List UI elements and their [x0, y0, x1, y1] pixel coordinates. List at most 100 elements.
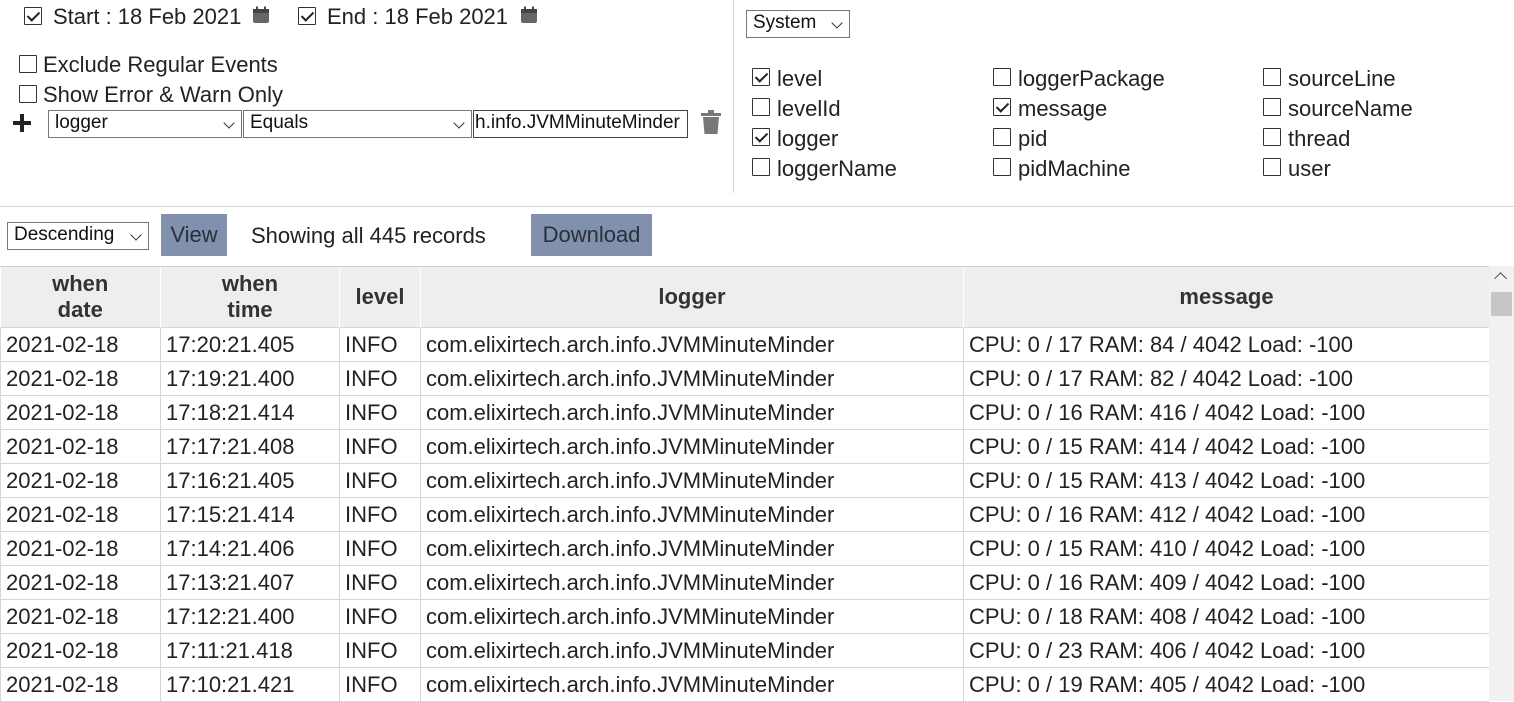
column-header-line: logger — [658, 284, 726, 309]
source-select[interactable]: System — [746, 10, 850, 38]
column-toggle-checkbox[interactable] — [1263, 98, 1281, 116]
table-row[interactable]: 2021-02-18 17:13:21.407 INFO com.elixirtech… — [0, 565, 1489, 600]
end-date-checkbox[interactable] — [298, 7, 316, 25]
column-toggle-checkbox[interactable] — [752, 128, 770, 146]
table-row[interactable]: 2021-02-18 17:20:21.405 INFO com.elixirtech… — [0, 327, 1489, 362]
table-cell: CPU: 0 / 16 RAM: 409 / 4042 Load: -100 — [963, 565, 1489, 600]
error-warn-label: Show Error & Warn Only — [43, 82, 284, 107]
table-cell: 17:17:21.408 — [160, 429, 340, 464]
column-toggle-checkbox[interactable] — [752, 98, 770, 116]
table-cell: INFO — [339, 599, 421, 634]
column-toggle-label: pid — [1018, 126, 1048, 151]
column-toggle-checkbox[interactable] — [993, 98, 1011, 116]
column-header-line: date — [57, 297, 103, 322]
source-select-value: System — [753, 12, 817, 33]
column-toggle-label: user — [1288, 156, 1331, 181]
table-cell: com.elixirtech.arch.info.JVMMinuteMinder — [420, 497, 964, 532]
table-row[interactable]: 2021-02-18 17:19:21.400 INFO com.elixirtech… — [0, 361, 1489, 396]
table-cell: 2021-02-18 — [0, 565, 161, 600]
scrollbar-thumb[interactable] — [1491, 292, 1512, 316]
table-cell: 17:12:21.400 — [160, 599, 340, 634]
end-date-label: End : 18 Feb 2021 — [327, 4, 509, 29]
table-cell: INFO — [339, 497, 421, 532]
column-toggle-label: loggerPackage — [1018, 66, 1165, 91]
table-cell: 17:16:21.405 — [160, 463, 340, 498]
condition-field-value: logger — [55, 112, 108, 133]
column-toggle-checkbox[interactable] — [993, 128, 1011, 146]
view-button[interactable]: View — [161, 214, 227, 256]
table-row[interactable]: 2021-02-18 17:12:21.400 INFO com.elixirtech… — [0, 599, 1489, 634]
download-button[interactable]: Download — [531, 214, 652, 256]
chevron-down-icon — [130, 229, 142, 241]
table-row[interactable]: 2021-02-18 17:10:21.421 INFO com.elixirtech… — [0, 667, 1489, 702]
column-toggle-checkbox[interactable] — [752, 68, 770, 86]
table-cell: com.elixirtech.arch.info.JVMMinuteMinder — [420, 531, 964, 566]
exclude-regular-checkbox[interactable] — [19, 55, 37, 73]
table-row[interactable]: 2021-02-18 17:17:21.408 INFO com.elixirtech… — [0, 429, 1489, 464]
column-toggle-checkbox[interactable] — [993, 68, 1011, 86]
table-header-row: when date when time level logger message — [0, 267, 1489, 328]
table-cell: 2021-02-18 — [0, 429, 161, 464]
column-header-line: message — [1179, 284, 1274, 309]
table-row[interactable]: 2021-02-18 17:15:21.414 INFO com.elixirtech… — [0, 497, 1489, 532]
table-cell: 2021-02-18 — [0, 327, 161, 362]
condition-value-text: h.info.JVMMinuteMinder — [475, 112, 680, 133]
error-warn-checkbox[interactable] — [19, 85, 37, 103]
plus-icon[interactable] — [12, 113, 32, 133]
table-cell: com.elixirtech.arch.info.JVMMinuteMinder — [420, 565, 964, 600]
column-toggle-label: sourceName — [1288, 96, 1413, 121]
column-header[interactable]: when time — [160, 267, 340, 328]
table-cell: 2021-02-18 — [0, 599, 161, 634]
table-cell: 2021-02-18 — [0, 633, 161, 668]
table-row[interactable]: 2021-02-18 17:16:21.405 INFO com.elixirtech… — [0, 463, 1489, 498]
chevron-down-icon — [223, 117, 235, 129]
table-cell: 2021-02-18 — [0, 497, 161, 532]
table-row[interactable]: 2021-02-18 17:18:21.414 INFO com.elixirtech… — [0, 395, 1489, 430]
table-cell: 2021-02-18 — [0, 531, 161, 566]
table-cell: com.elixirtech.arch.info.JVMMinuteMinder — [420, 395, 964, 430]
column-toggle-label: level — [777, 66, 823, 91]
condition-operator-select[interactable]: Equals — [243, 110, 472, 138]
exclude-regular-label: Exclude Regular Events — [43, 52, 278, 77]
table-cell: INFO — [339, 531, 421, 566]
column-toggle-label: pidMachine — [1018, 156, 1131, 181]
column-header-line: when — [52, 271, 109, 296]
column-toggle-checkbox[interactable] — [1263, 68, 1281, 86]
table-cell: 17:20:21.405 — [160, 327, 340, 362]
table-cell: 2021-02-18 — [0, 667, 161, 702]
calendar-icon[interactable] — [252, 6, 270, 24]
table-cell: com.elixirtech.arch.info.JVMMinuteMinder — [420, 633, 964, 668]
start-date-label: Start : 18 Feb 2021 — [53, 4, 242, 29]
column-header[interactable]: message — [963, 267, 1489, 328]
condition-value-input[interactable]: h.info.JVMMinuteMinder — [473, 110, 688, 138]
column-toggle-label: loggerName — [777, 156, 897, 181]
column-header[interactable]: logger — [420, 267, 964, 328]
start-date-checkbox[interactable] — [24, 7, 42, 25]
trash-icon[interactable] — [701, 110, 721, 134]
table-cell: INFO — [339, 361, 421, 396]
calendar-icon[interactable] — [520, 6, 538, 24]
sort-order-select[interactable]: Descending — [7, 222, 149, 250]
table-cell: INFO — [339, 463, 421, 498]
chevron-up-icon[interactable] — [1494, 272, 1507, 285]
sort-order-value: Descending — [14, 224, 115, 245]
table-cell: 2021-02-18 — [0, 395, 161, 430]
table-row[interactable]: 2021-02-18 17:14:21.406 INFO com.elixirtech… — [0, 531, 1489, 566]
table-row[interactable]: 2021-02-18 17:11:21.418 INFO com.elixirtech… — [0, 633, 1489, 668]
condition-field-select[interactable]: logger — [48, 110, 242, 138]
table-cell: INFO — [339, 429, 421, 464]
column-toggle-checkbox[interactable] — [1263, 158, 1281, 176]
column-toggle-checkbox[interactable] — [752, 158, 770, 176]
column-toggle-checkbox[interactable] — [1263, 128, 1281, 146]
column-toggle-checkbox[interactable] — [993, 158, 1011, 176]
table-cell: com.elixirtech.arch.info.JVMMinuteMinder — [420, 327, 964, 362]
record-count-status: Showing all 445 records — [251, 223, 486, 248]
column-header[interactable]: when date — [0, 267, 161, 328]
table-cell: INFO — [339, 667, 421, 702]
table-cell: 17:18:21.414 — [160, 395, 340, 430]
table-cell: com.elixirtech.arch.info.JVMMinuteMinder — [420, 667, 964, 702]
log-table: when date when time level logger message 2021-… — [0, 267, 1489, 702]
column-header[interactable]: level — [339, 267, 421, 328]
table-scrollbar[interactable] — [1489, 266, 1514, 701]
table-cell: INFO — [339, 395, 421, 430]
